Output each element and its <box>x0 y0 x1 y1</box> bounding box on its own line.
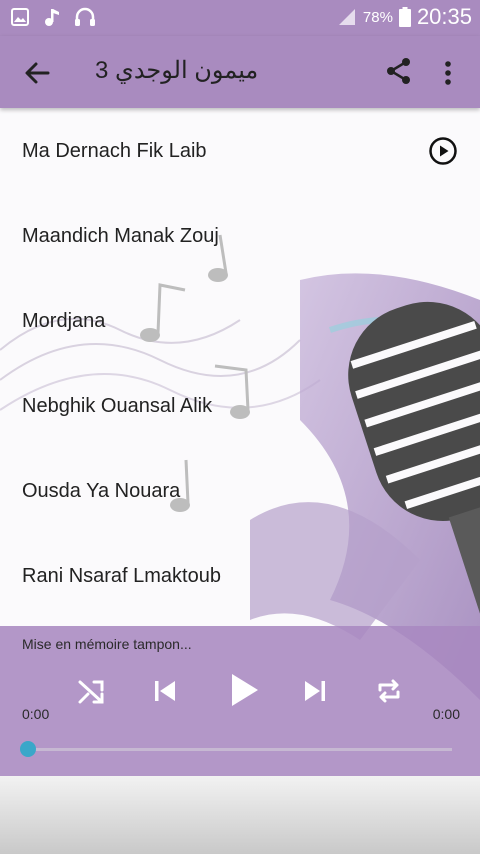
song-title: Nebghik Ouansal Alik <box>22 395 213 417</box>
page-title: ميمون الوجدي 3 <box>95 57 259 84</box>
buffering-status: Mise en mémoire tampon... <box>22 636 192 652</box>
song-title: Mordjana <box>22 310 106 332</box>
image-icon <box>11 8 29 26</box>
seek-bar[interactable] <box>28 748 452 751</box>
song-title: Ma Dernach Fik Laib <box>22 140 207 162</box>
signal-icon <box>338 9 355 25</box>
battery-icon <box>398 7 411 27</box>
list-item[interactable]: Ma Dernach Fik Laib <box>0 108 480 193</box>
play-icon[interactable] <box>224 670 264 710</box>
song-title: Rani Nsaraf Lmaktoub <box>22 565 221 587</box>
total-duration: 0:00 <box>432 706 460 722</box>
app-bar: ميمون الوجدي 3 <box>0 36 480 108</box>
song-title: Maandich Manak Zouj <box>22 225 219 247</box>
shuffle-icon[interactable] <box>74 674 108 708</box>
list-item[interactable]: Nebghik Ouansal Alik <box>0 363 480 448</box>
bottom-background <box>0 776 480 854</box>
seek-thumb[interactable] <box>20 741 36 757</box>
skip-previous-icon[interactable] <box>148 674 182 708</box>
skip-next-icon[interactable] <box>298 674 332 708</box>
list-item[interactable]: Mordjana <box>0 278 480 363</box>
music-note-icon <box>45 9 59 26</box>
song-title: Ousda Ya Nouara <box>22 480 181 502</box>
player-panel: Mise en mémoire tampon... 0:00 0:00 <box>0 626 480 776</box>
play-circle-icon[interactable] <box>428 136 458 166</box>
song-list: Ma Dernach Fik Laib Maandich Manak Zouj … <box>0 108 480 618</box>
repeat-icon[interactable] <box>372 674 406 708</box>
list-item[interactable]: Maandich Manak Zouj <box>0 193 480 278</box>
battery-percentage: 78% <box>362 8 393 26</box>
share-icon[interactable] <box>384 56 414 86</box>
more-vert-icon[interactable] <box>436 58 460 88</box>
list-item[interactable]: Ousda Ya Nouara <box>0 448 480 533</box>
status-bar: 78% 20:35 <box>0 0 480 36</box>
clock: 20:35 <box>416 4 472 29</box>
list-item[interactable]: Rani Nsaraf Lmaktoub <box>0 533 480 618</box>
headphones-icon <box>75 7 95 26</box>
arrow-back-icon[interactable] <box>22 58 52 88</box>
elapsed-time: 0:00 <box>22 706 50 722</box>
